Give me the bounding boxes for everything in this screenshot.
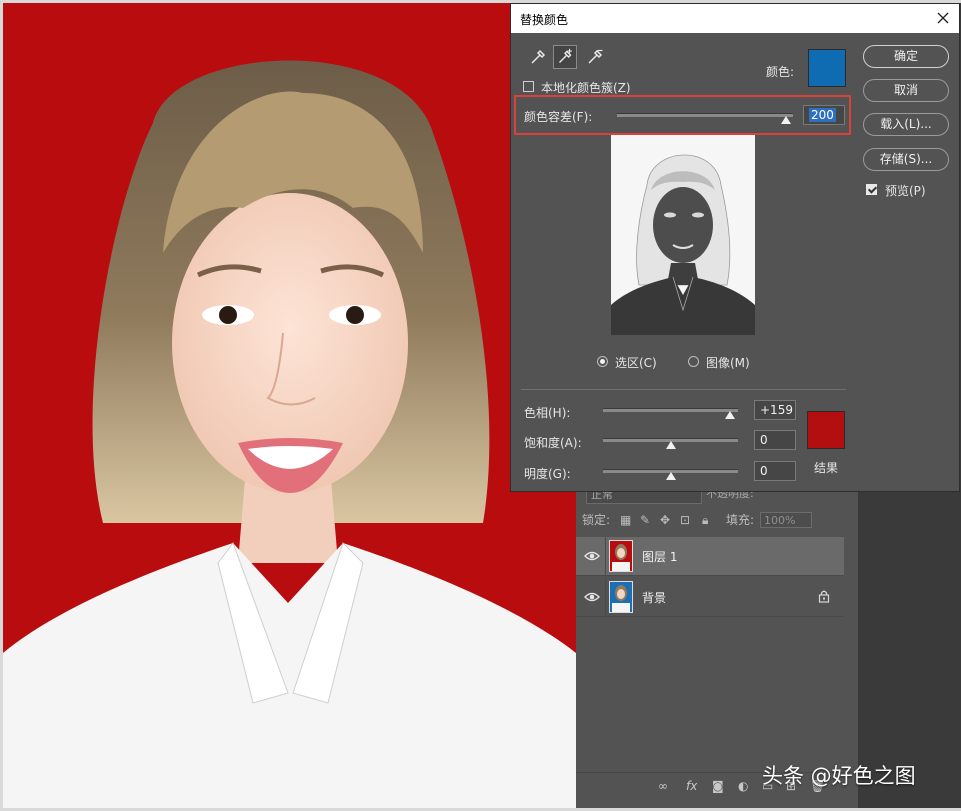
layer-thumbnail [609,540,633,572]
layer-name[interactable]: 图层 1 [642,548,677,565]
lock-label: 锁定: [582,513,611,527]
color-label: 颜色: [766,65,795,79]
eyedropper-icon[interactable] [526,45,550,69]
layer-row-background[interactable]: 背景 [576,578,844,617]
section-divider [521,389,846,390]
fuzziness-label: 颜色容差(F): [524,110,593,124]
target-color-swatch[interactable] [808,49,846,87]
lock-transparent-icon[interactable]: ▦ [620,508,631,532]
cancel-button[interactable]: 取消 [863,79,949,102]
lightness-input[interactable]: 0 [754,461,796,481]
fx-icon[interactable]: fx [686,779,697,793]
hue-input[interactable]: +159 [754,400,796,420]
view-image-radio[interactable] [688,356,699,367]
visibility-eye-icon[interactable] [584,590,600,604]
localized-clusters-label: 本地化颜色簇(Z) [541,81,631,95]
lock-move-icon[interactable]: ✥ [660,508,670,532]
mask-icon[interactable]: ◙ [712,779,724,793]
preview-checkbox[interactable] [866,184,877,195]
document-canvas[interactable] [3,3,576,808]
fill-label: 填充: [726,513,755,527]
eyedropper-add-icon[interactable] [553,45,577,69]
hue-slider[interactable] [603,408,738,412]
result-color-swatch[interactable] [807,411,845,449]
visibility-eye-icon[interactable] [584,549,600,563]
replace-color-dialog: 替换颜色 本地化颜色簇(Z) 颜色: 颜色容差(F): 200 选区(C) 图像… [510,3,960,492]
lock-row: 锁定: ▦ ✎ ✥ ⊡ 🔒︎ 填充: 100% [576,508,858,532]
save-button[interactable]: 存储(S)... [863,148,949,171]
lightness-label: 明度(G): [524,467,571,481]
lock-brush-icon[interactable]: ✎ [640,508,650,532]
layer-thumbnail [609,581,633,613]
fuzziness-value: 200 [809,108,836,122]
dialog-title: 替换颜色 [520,13,569,27]
lock-icon[interactable] [818,589,830,603]
close-icon[interactable] [935,10,951,26]
saturation-input[interactable]: 0 [754,430,796,450]
hue-label: 色相(H): [524,406,571,420]
adjustment-icon[interactable]: ◐ [738,779,748,793]
fill-input[interactable]: 100% [760,512,812,528]
layer-name[interactable]: 背景 [642,589,666,606]
watermark-text: 头条 @好色之图 [762,764,916,788]
portrait-photo [3,3,576,808]
saturation-slider-thumb[interactable] [666,441,676,449]
preview-label: 预览(P) [885,184,926,198]
fuzziness-slider-thumb[interactable] [781,116,791,124]
result-label: 结果 [814,461,839,475]
view-selection-radio[interactable] [597,356,608,367]
selection-preview [611,135,755,335]
ok-button[interactable]: 确定 [863,45,949,68]
fuzziness-input[interactable]: 200 [803,105,845,125]
fuzziness-slider[interactable] [617,113,793,117]
hue-slider-thumb[interactable] [725,411,735,419]
view-image-label: 图像(M) [706,356,750,370]
load-button[interactable]: 载入(L)... [863,113,949,136]
saturation-label: 饱和度(A): [524,436,582,450]
lightness-slider-thumb[interactable] [666,472,676,480]
lock-artboard-icon[interactable]: ⊡ [680,508,690,532]
link-icon[interactable]: ∞ [658,779,668,793]
view-selection-label: 选区(C) [615,356,657,370]
localized-clusters-checkbox[interactable] [523,81,534,92]
dialog-titlebar[interactable]: 替换颜色 [511,4,959,33]
eyedropper-subtract-icon[interactable] [583,45,607,69]
layer-row-layer1[interactable]: 图层 1 [576,537,844,576]
lock-all-icon[interactable]: 🔒︎ [702,508,708,532]
